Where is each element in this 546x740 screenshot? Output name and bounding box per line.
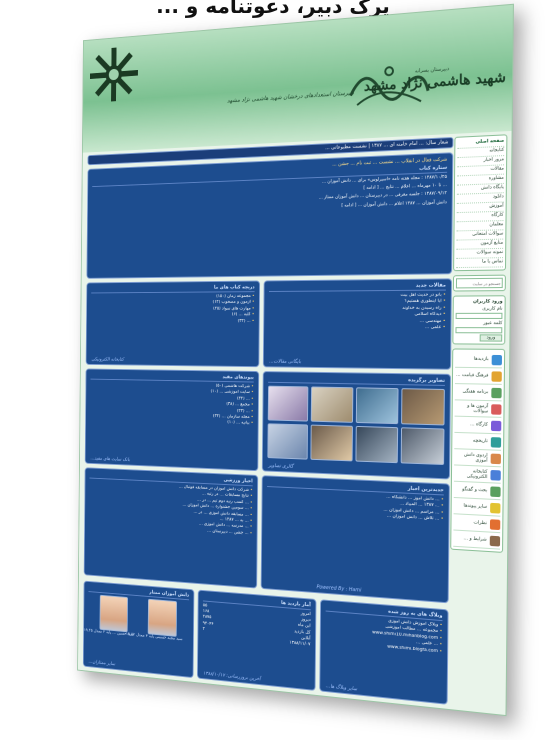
gallery-photo[interactable] (355, 387, 399, 425)
students-more-link[interactable]: سایر ممتازان... (89, 659, 116, 667)
articles-panel: مقالات جدید بانو در حدیث اهل بیت آیا این… (262, 278, 453, 370)
sidebar-link[interactable]: تاریخچه (454, 432, 502, 451)
header-slogan: دبیرستان استعدادهای درخشان شهید هاشمی نژ… (227, 89, 354, 105)
main-menu: صفحه اصلی کتابخانه مرور اخبار مقالات مشا… (453, 134, 508, 272)
links-panel: پیوندهای مفید شرکت هاشمی (۵۰) سایت آموزش… (84, 368, 260, 472)
list-item[interactable]: علمی ... (269, 325, 446, 332)
sidebar-link[interactable]: آزمون ها و سوالات (454, 400, 502, 418)
books-more-link[interactable]: کتابخانه الکترونیکی (91, 357, 123, 363)
right-sidebar: صفحه اصلی کتابخانه مرور اخبار مقالات مشا… (449, 134, 508, 711)
site-header: دبیرستان پسرانه شهید هاشمی نژاد مشهد دبی… (82, 4, 513, 153)
search-box (452, 274, 506, 292)
sidebar-link[interactable]: اردوی دانش آموزی (454, 449, 502, 468)
password-label: کلمه عبور (483, 321, 503, 327)
articles-more-link[interactable]: بایگانی مقالات... (269, 359, 301, 365)
student-photo (99, 594, 129, 633)
list-item[interactable]: ... (۳۲) (91, 319, 254, 325)
login-button[interactable]: ورود (479, 334, 503, 342)
link-icon (490, 485, 501, 497)
link-icon (491, 403, 502, 415)
link-icon (490, 502, 501, 514)
link-icon (490, 420, 502, 431)
weblogs-more-link[interactable]: سایر وبلاگ ها... (326, 683, 357, 692)
powered-by: Powered By : Hami (316, 584, 362, 594)
gallery-photo[interactable] (267, 423, 309, 460)
gallery-panel: تصاویر برگزیده گالری تصاویر (261, 371, 452, 480)
link-icon (491, 370, 502, 382)
username-label: نام کاربری (482, 306, 503, 312)
login-box: ورود کاربران نام کاربری کلمه عبور ورود (452, 295, 506, 345)
gallery-photo[interactable] (311, 386, 353, 423)
visit-stats-panel: آمار بازدید ها امروز ۵۵ دیروز ۱۶۸ این ماه ۲… (196, 589, 317, 691)
books-title: دریچه کتاب های ما (91, 284, 255, 294)
sidebar-link[interactable]: شرایط و ... (453, 530, 501, 550)
books-panel: دریچه کتاب های ما مجموعه زمان (۱۵۰) آزمو… (85, 280, 261, 368)
sidebar-link[interactable]: کارگاه ... (454, 416, 502, 435)
sidebar-link[interactable]: بازدیدها (455, 351, 503, 369)
gallery-photo[interactable] (400, 427, 445, 466)
top-news-panel: شرکت فعال در انقلاب ... نشست ... ثبت نام… (86, 152, 454, 279)
link-icon (490, 469, 501, 481)
link-icon (491, 354, 503, 365)
gallery-title: تصاویر برگزیده (268, 375, 445, 386)
gallery-photo[interactable] (354, 425, 398, 464)
gallery-photo[interactable] (267, 385, 309, 422)
link-icon (490, 453, 501, 464)
gallery-more-link[interactable]: گالری تصاویر (268, 463, 293, 470)
quick-links: بازدیدها فرهنگ قیامت ... برنامه هفتگی آز… (450, 348, 506, 553)
footer-row: وبلاگ های به روز شده وبلاگ آموزش دانش آم… (82, 580, 449, 707)
student-card[interactable]: سید مجید حسینی پایه ۳ معدل ۱۹.۵۲ (126, 598, 183, 643)
password-field[interactable] (455, 327, 503, 334)
student-photo (147, 598, 177, 637)
perspective-scene: دبیرستان پسرانه شهید هاشمی نژاد مشهد دبی… (0, 0, 546, 740)
search-input[interactable] (455, 277, 503, 289)
weblogs-panel: وبلاگ های به روز شده وبلاگ آموزش دانش آم… (319, 599, 449, 705)
sidebar-link[interactable]: برنامه هفتگی (454, 384, 502, 402)
link-icon (489, 518, 501, 530)
sidebar-link[interactable]: کتابخانه الکترونیکی (453, 465, 501, 484)
gallery-photo[interactable] (400, 388, 445, 426)
last-update: آخرین بروزرسانی: ۱۳۸۸/۱۰/۱۷ (203, 670, 261, 683)
sports-news-panel: اخبار ورزشی شرکت دانش آموزان در مسابقه ف… (83, 467, 259, 589)
emblem-icon (89, 47, 138, 102)
gallery-photo[interactable] (310, 424, 353, 462)
articles-title: مقالات جدید (269, 282, 446, 292)
menu-item[interactable]: تماس با ما (456, 258, 504, 269)
username-field[interactable] (455, 312, 503, 319)
top-students-panel: دانش آموزان ممتاز سید مجید حسینی پایه ۳ … (82, 580, 195, 679)
website-page: دبیرستان پسرانه شهید هاشمی نژاد مشهد دبی… (77, 3, 514, 717)
sidebar-link[interactable]: فرهنگ قیامت ... (454, 367, 502, 385)
link-icon (490, 436, 502, 448)
link-icon (491, 387, 502, 398)
link-icon (489, 535, 501, 547)
latest-news-panel: جدیدترین اخبار ... دانش آموز ... دانشگاه… (260, 475, 450, 604)
links-more-link[interactable]: بانک سایت های مفید... (90, 456, 129, 463)
